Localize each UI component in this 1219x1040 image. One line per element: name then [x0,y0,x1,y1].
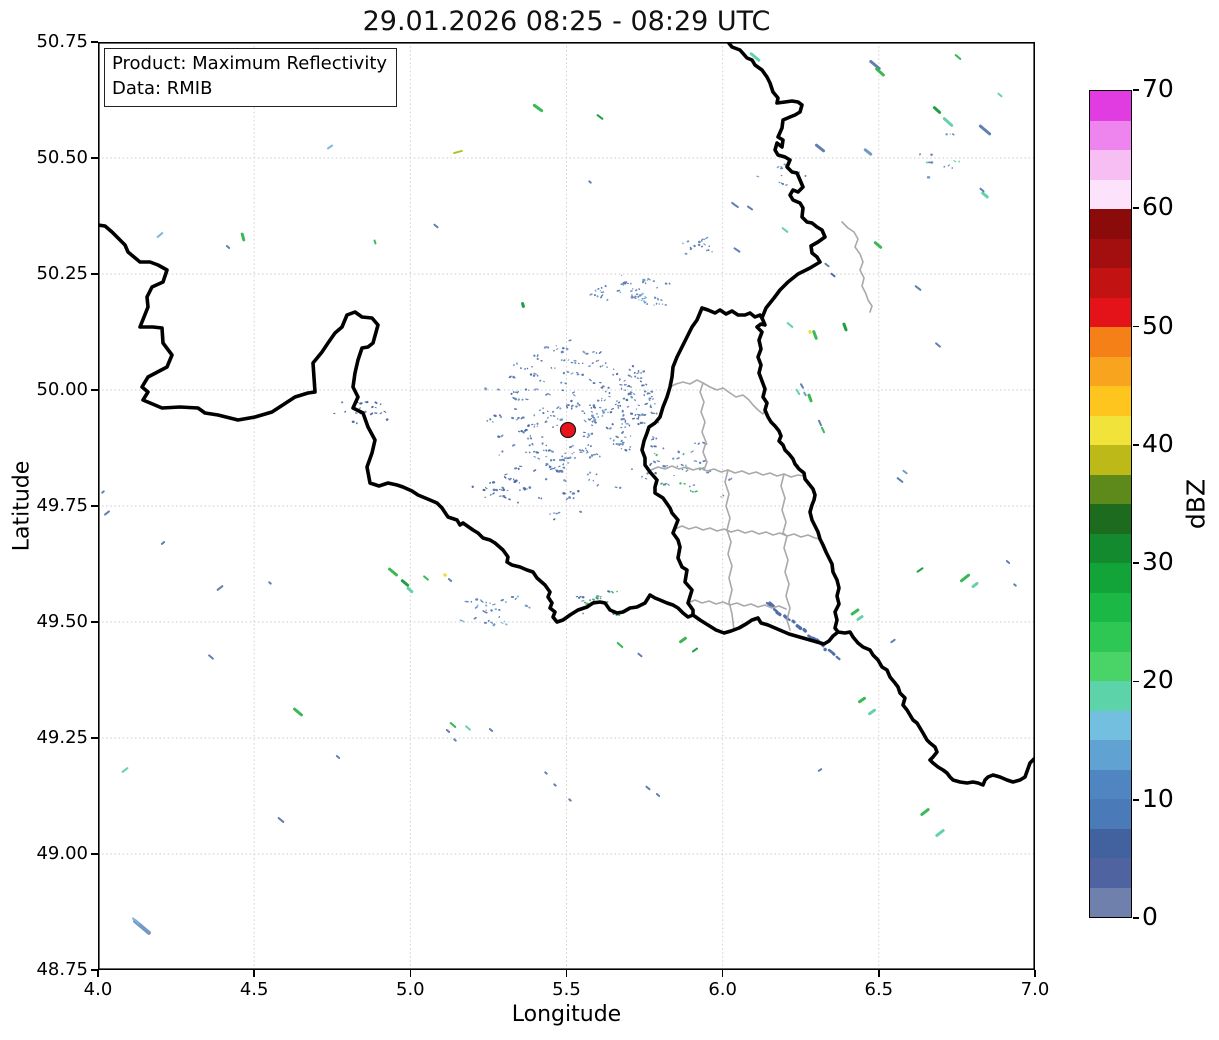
colorbar-tick-mark [1133,680,1139,683]
x-tick-label: 5.5 [552,979,581,1000]
colorbar-band [1090,445,1131,475]
colorbar-band [1090,651,1131,681]
colorbar-band [1090,504,1131,534]
colorbar-band [1090,297,1131,327]
colorbar-band [1090,799,1131,829]
echo-layer [101,52,1017,935]
y-tick-label: 48.75 [36,959,88,980]
radar-figure-page: { "title": "29.01.2026 08:25 - 08:29 UTC… [0,0,1219,1040]
colorbar-band [1090,740,1131,770]
y-tick-label: 50.50 [36,147,88,168]
x-tick-label: 4.0 [83,979,113,1000]
colorbar-band [1090,710,1131,740]
colorbar-band [1090,415,1131,445]
info-box: Product: Maximum Reflectivity Data: RMIB [104,48,398,107]
colorbar-tick-mark [1133,562,1139,564]
x-tick-label: 4.5 [239,979,269,1000]
colorbar-tick-label: 0 [1142,902,1158,931]
colorbar-label: dBZ [1181,478,1211,530]
y-tick-label: 50.75 [36,31,88,52]
colorbar-band [1090,563,1131,593]
colorbar-band [1090,622,1131,652]
y-tick-mark [91,621,98,623]
colorbar-tick-mark [1133,444,1139,446]
colorbar-tick-label: 50 [1142,310,1174,340]
y-tick-mark [91,41,98,43]
colorbar-band [1090,858,1131,888]
colorbar-band [1090,91,1131,121]
y-axis-label: Latitude [9,460,35,552]
colorbar-tick-label: 60 [1142,192,1174,222]
colorbar-tick-label: 20 [1142,665,1174,695]
colorbar-band [1090,474,1131,504]
x-tick-mark [253,970,255,977]
x-tick-label: 7.0 [1020,979,1050,1000]
y-tick-mark [91,389,98,391]
y-tick-label: 50.25 [36,263,88,284]
x-tick-label: 6.0 [708,979,737,1000]
x-tick-mark [565,970,568,977]
colorbar-band [1090,268,1131,298]
colorbar-band [1090,386,1131,416]
colorbar-band [1090,179,1131,209]
colorbar-tick-mark [1133,917,1139,919]
colorbar-band [1090,238,1131,268]
colorbar-tick-mark [1133,325,1139,328]
colorbar-band [1090,209,1131,239]
y-tick-mark [91,273,98,275]
x-tick-mark [1034,970,1036,977]
x-axis-label: Longitude [511,1002,622,1027]
map-plot [98,42,1035,970]
colorbar-tick-label: 70 [1142,74,1174,103]
colorbar-band [1090,327,1131,357]
x-tick-label: 6.5 [864,979,894,1000]
y-tick-label: 49.50 [36,611,88,632]
colorbar-tick-label: 30 [1142,547,1174,577]
y-tick-label: 49.25 [36,727,88,748]
colorbar-band [1090,887,1131,917]
x-tick-mark [97,970,99,977]
colorbar-band [1090,533,1131,563]
colorbar-band [1090,592,1131,622]
y-tick-mark [91,737,98,739]
radar-map-canvas [98,42,1035,970]
colorbar-band [1090,120,1131,150]
y-tick-label: 49.00 [36,843,88,864]
figure-title: 29.01.2026 08:25 - 08:29 UTC [362,6,771,37]
x-tick-label: 5.0 [396,979,425,1000]
colorbar-tick-mark [1133,798,1139,801]
y-tick-mark [91,505,98,507]
x-tick-mark [878,970,880,977]
colorbar-band [1090,681,1131,711]
colorbar-band [1090,769,1131,799]
colorbar [1089,90,1132,918]
colorbar-band [1090,150,1131,180]
x-tick-mark [721,970,724,977]
info-product-line: Product: Maximum Reflectivity [112,53,388,74]
colorbar-tick-mark [1133,89,1139,91]
y-tick-mark [91,853,98,855]
colorbar-band [1090,828,1131,858]
y-tick-label: 50.00 [36,379,88,400]
colorbar-tick-label: 40 [1142,428,1174,458]
colorbar-tick-label: 10 [1142,783,1174,813]
colorbar-tick-mark [1133,207,1139,210]
x-tick-mark [409,970,412,977]
colorbar-band [1090,356,1131,386]
grid-layer [98,42,1035,970]
radar-site-marker [559,421,577,439]
y-tick-mark [91,157,98,159]
info-datasource-line: Data: RMIB [112,77,213,99]
y-tick-mark [91,969,98,971]
